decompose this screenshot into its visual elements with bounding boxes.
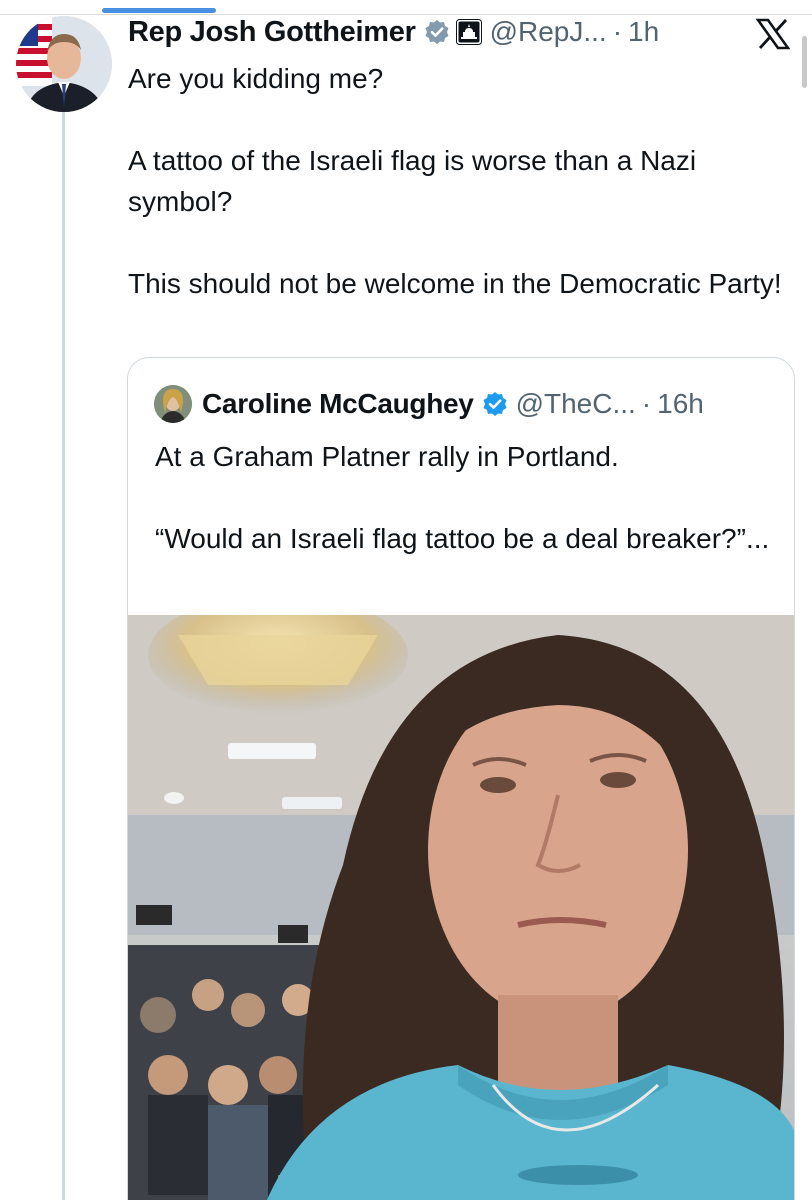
tweet-paragraph: Are you kidding me?: [128, 63, 384, 94]
scrollbar[interactable]: [802, 36, 807, 88]
quoted-tweet-text: At a Graham Platner rally in Portland. “…: [155, 436, 775, 559]
meta-separator: ·: [641, 388, 652, 419]
author-avatar[interactable]: [16, 16, 112, 112]
quoted-tweet-card[interactable]: Caroline McCaughey @TheC... · 16h At a G…: [127, 357, 795, 1200]
tweet-timestamp[interactable]: 1h: [628, 16, 659, 48]
tweet-text: Are you kidding me? A tattoo of the Isra…: [128, 58, 798, 304]
tweet-paragraph: This should not be welcome in the Democr…: [128, 268, 782, 299]
quoted-author-display-name[interactable]: Caroline McCaughey: [202, 388, 474, 420]
quoted-tweet-paragraph: “Would an Israeli flag tattoo be a deal …: [155, 523, 770, 554]
quoted-tweet-timestamp[interactable]: 16h: [657, 388, 704, 420]
verified-badge-icon: [482, 391, 508, 417]
tweet-header: Rep Josh Gottheimer @RepJ... · 1h: [128, 12, 659, 52]
meta-separator: ·: [612, 16, 623, 47]
author-display-name[interactable]: Rep Josh Gottheimer: [128, 16, 416, 49]
quoted-author-handle[interactable]: @TheC...: [516, 388, 636, 420]
thread-line: [62, 112, 65, 1200]
government-capitol-badge-icon: [455, 19, 482, 45]
x-logo-icon: [756, 18, 790, 50]
quoted-tweet-header: Caroline McCaughey @TheC... · 16h: [154, 384, 704, 424]
quoted-tweet-paragraph: At a Graham Platner rally in Portland.: [155, 441, 619, 472]
verified-badge-icon: [424, 19, 450, 45]
quoted-author-avatar[interactable]: [154, 385, 192, 423]
x-logo-close-button[interactable]: [752, 14, 794, 54]
author-handle[interactable]: @RepJ...: [490, 16, 607, 48]
quoted-video-thumbnail[interactable]: [128, 615, 794, 1200]
tweet-paragraph: A tattoo of the Israeli flag is worse th…: [128, 145, 697, 217]
